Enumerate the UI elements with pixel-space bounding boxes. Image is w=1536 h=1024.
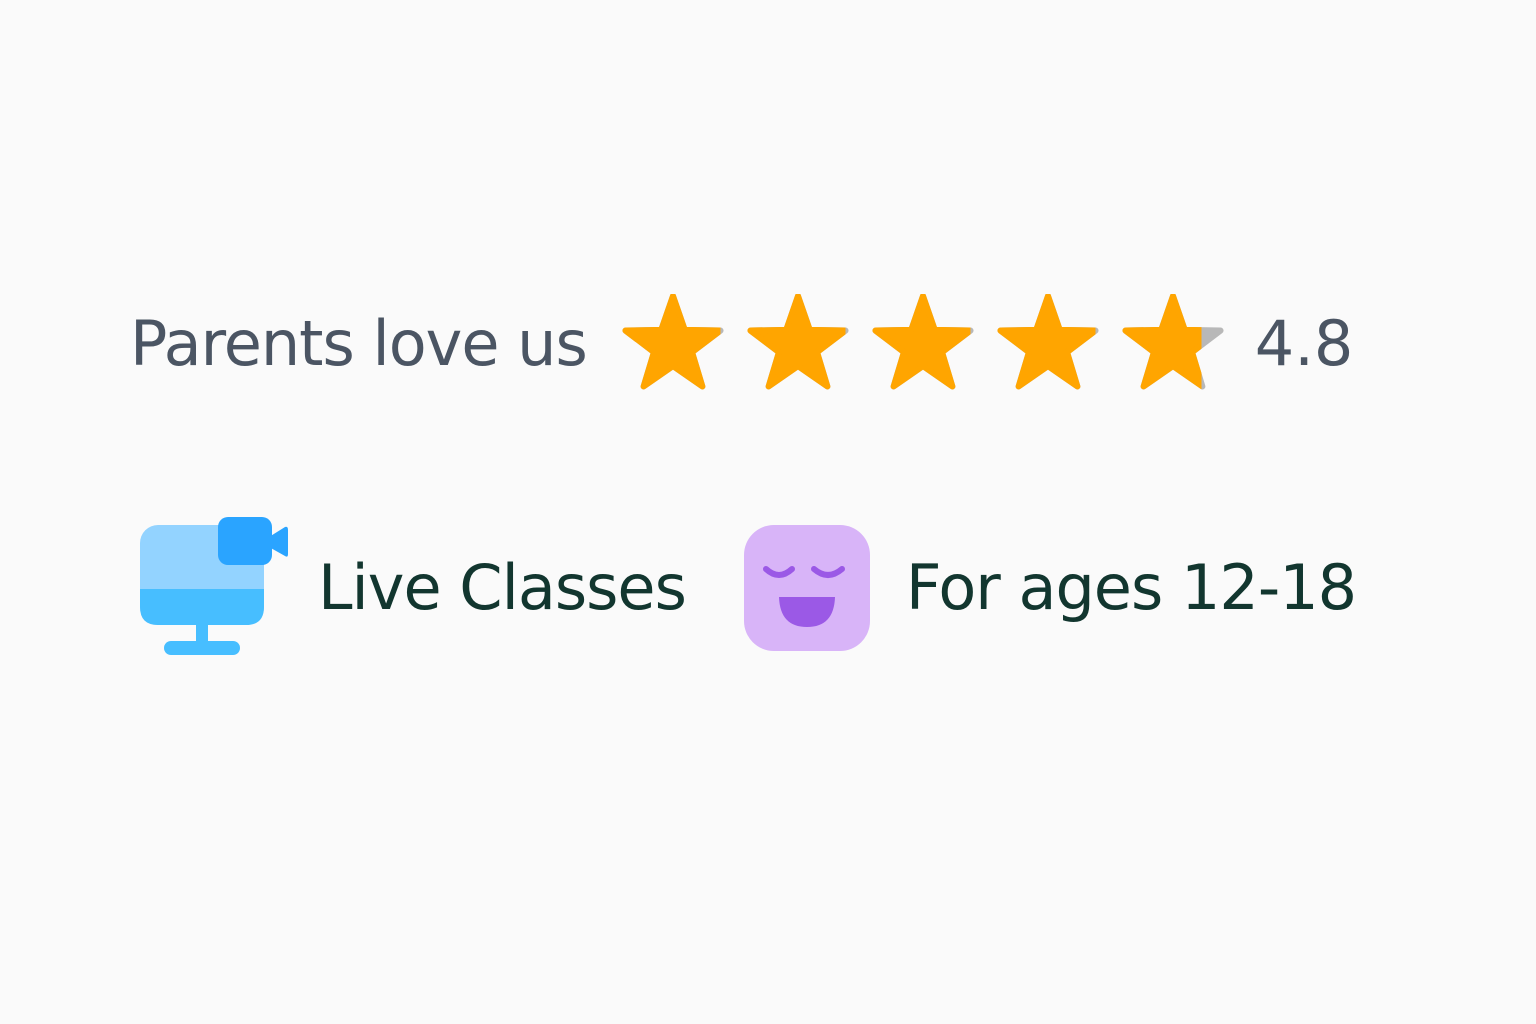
star-icon bbox=[1122, 294, 1224, 390]
feature-live-classes: Live Classes bbox=[138, 515, 687, 660]
star-icon bbox=[872, 294, 974, 390]
video-monitor-icon bbox=[140, 517, 288, 655]
star-filled-part bbox=[997, 294, 1096, 390]
star-filled-part bbox=[622, 294, 721, 390]
feature-label: For ages 12-18 bbox=[905, 550, 1357, 624]
star-filled-part bbox=[747, 294, 846, 390]
star-icon bbox=[622, 294, 724, 390]
feature-label: Live Classes bbox=[318, 550, 687, 624]
rating-value: 4.8 bbox=[1254, 307, 1354, 380]
star-icon bbox=[997, 294, 1099, 390]
rating-label: Parents love us bbox=[130, 307, 588, 380]
feature-ages: For ages 12-18 bbox=[743, 524, 1357, 651]
star-icon bbox=[747, 294, 849, 390]
star-rating bbox=[621, 294, 1225, 394]
star-filled-part bbox=[872, 294, 971, 390]
features-row: Live Classes For ages 12-18 bbox=[138, 515, 1357, 660]
rating-row: Parents love us 4.8 bbox=[130, 292, 1353, 396]
happy-face-icon bbox=[743, 524, 870, 651]
